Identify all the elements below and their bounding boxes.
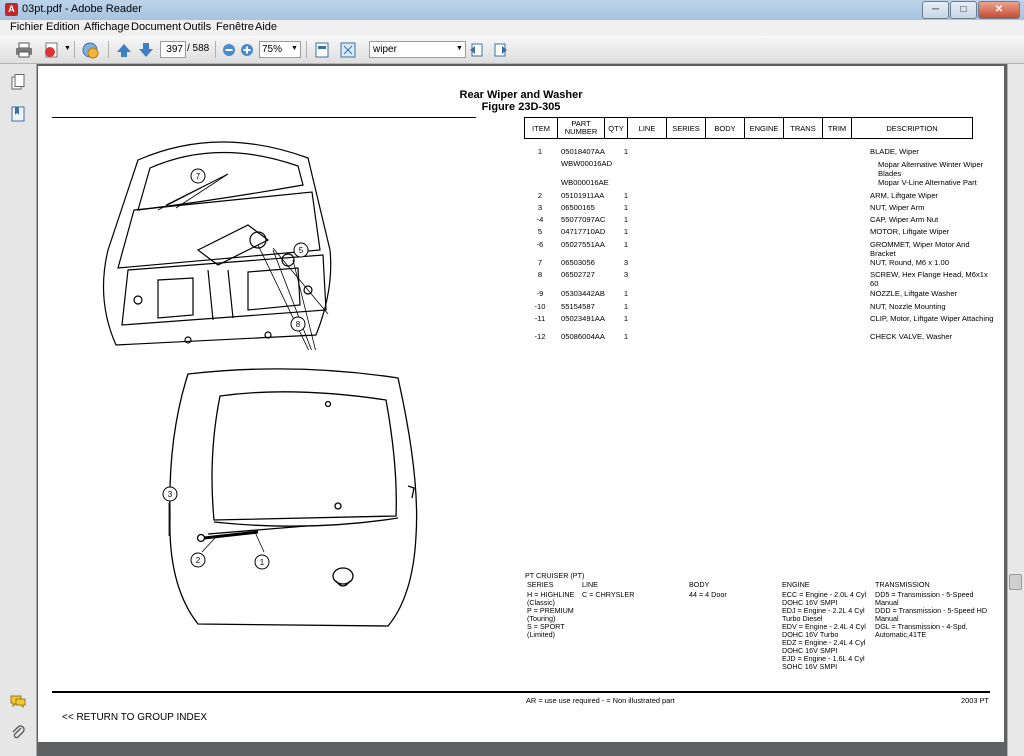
callout-3: 3: [162, 486, 178, 502]
menu-fenetre[interactable]: Fenêtre: [216, 21, 254, 33]
attachments-icon[interactable]: [10, 724, 26, 740]
maximize-button[interactable]: □: [950, 1, 977, 19]
page-total: / 588: [187, 43, 210, 54]
col-engine: ENGINE: [744, 117, 784, 139]
window-title: 03pt.pdf - Adobe Reader: [22, 3, 142, 15]
chevron-down-icon[interactable]: ▼: [64, 45, 71, 52]
next-page-icon[interactable]: [136, 40, 156, 59]
parts-table: ITEM PART NUMBER QTY LINE SERIES BODY EN…: [524, 117, 973, 139]
toolbar: ▼ 397 / 588 75% ▼ wiper ▼: [0, 36, 1024, 64]
minimize-button[interactable]: ─: [922, 1, 949, 19]
legend-series: H = HIGHLINE (Classic) P = PREMIUM (Tour…: [527, 590, 575, 639]
legend-line-header: LINE: [582, 580, 598, 589]
table-header: ITEM PART NUMBER QTY LINE SERIES BODY EN…: [524, 117, 973, 139]
chevron-down-icon[interactable]: ▼: [456, 45, 463, 52]
footer-note: AR = use use required - = Non illustrate…: [526, 696, 675, 705]
col-line: LINE: [627, 117, 667, 139]
menu-fichier[interactable]: Fichier: [10, 21, 43, 33]
comments-icon[interactable]: [10, 694, 26, 710]
svg-text:3: 3: [168, 490, 173, 499]
previous-page-icon[interactable]: [114, 40, 134, 59]
menu-aide[interactable]: Aide: [255, 21, 277, 33]
legend-engine: ECC = Engine - 2.0L 4 Cyl DOHC 16V SMPI …: [782, 590, 867, 671]
collaborate-icon[interactable]: [80, 40, 100, 59]
navigation-panel: [0, 64, 37, 756]
menu-outils[interactable]: Outils: [183, 21, 211, 33]
close-button[interactable]: ✕: [978, 1, 1020, 19]
menu-document[interactable]: Document: [131, 21, 181, 33]
svg-text:5: 5: [299, 246, 304, 255]
legend-title: PT CRUISER (PT): [525, 571, 585, 580]
pages-icon[interactable]: [10, 74, 26, 90]
legend-line: C = CHRYSLER: [582, 590, 635, 599]
footer-divider: [52, 691, 990, 693]
vertical-scrollbar[interactable]: [1007, 64, 1024, 756]
adobe-reader-icon: A: [5, 3, 18, 16]
col-trim: TRIM: [822, 117, 852, 139]
find-previous-icon[interactable]: [467, 40, 487, 59]
fit-page-icon[interactable]: [312, 40, 332, 59]
title-bar: A 03pt.pdf - Adobe Reader ─ □ ✕: [0, 0, 1024, 21]
zoom-in-icon[interactable]: [237, 40, 257, 59]
svg-text:7: 7: [196, 172, 201, 181]
callout-8: 8: [290, 316, 306, 332]
col-trans: TRANS: [783, 117, 823, 139]
legend-series-header: SERIES: [527, 580, 554, 589]
legend-engine-header: ENGINE: [782, 580, 810, 589]
footer-year: 2003 PT: [961, 696, 989, 705]
legend-transmission: DD5 = Transmission - 5-Speed Manual DDD …: [875, 590, 988, 639]
zoom-out-icon[interactable]: [219, 40, 239, 59]
document-title: Rear Wiper and Washer: [459, 89, 583, 101]
scroll-thumb[interactable]: [1009, 574, 1022, 590]
legend-body: 44 = 4 Door: [689, 590, 727, 599]
menu-affichage[interactable]: Affichage: [84, 21, 130, 33]
bookmarks-icon[interactable]: [10, 106, 26, 122]
col-description: DESCRIPTION: [851, 117, 973, 139]
callout-leaders: [168, 503, 265, 553]
search-input[interactable]: wiper: [369, 41, 466, 58]
full-screen-icon[interactable]: [338, 40, 358, 59]
page-number-input[interactable]: 397: [160, 41, 186, 58]
legend-transmission-header: TRANSMISSION: [875, 580, 930, 589]
chevron-down-icon[interactable]: ▼: [291, 45, 298, 52]
figure-number: Figure 23D-305: [481, 101, 561, 113]
svg-text:8: 8: [296, 320, 301, 329]
divider: [52, 117, 476, 118]
find-next-icon[interactable]: [490, 40, 510, 59]
legend-body-header: BODY: [689, 580, 710, 589]
col-series: SERIES: [666, 117, 706, 139]
col-body: BODY: [705, 117, 745, 139]
pdf-page: Rear Wiper and Washer Figure 23D-305 ITE…: [38, 66, 1004, 742]
print-icon[interactable]: [14, 40, 34, 59]
callout-7: 7: [190, 168, 206, 184]
col-qty: QTY: [604, 117, 628, 139]
menu-bar: Fichier Edition Affichage Document Outil…: [0, 20, 1024, 36]
callout-5: 5: [293, 242, 309, 258]
return-to-group-index-link[interactable]: << RETURN TO GROUP INDEX: [62, 712, 207, 723]
menu-edition[interactable]: Edition: [46, 21, 80, 33]
create-pdf-icon[interactable]: [42, 40, 62, 59]
col-part-number: PART NUMBER: [557, 117, 605, 139]
col-item: ITEM: [524, 117, 558, 139]
